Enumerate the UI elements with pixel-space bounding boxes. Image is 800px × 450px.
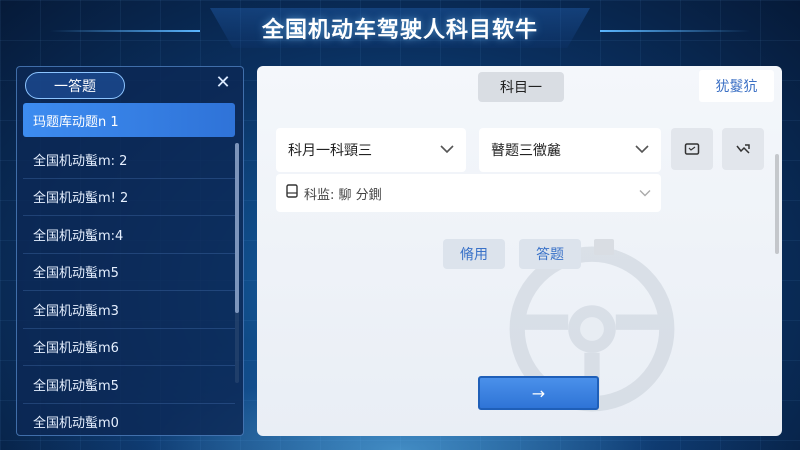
subject-select-value: 科月一科頸三 [288, 143, 372, 159]
type-select-value: 瞽题三徾麄 [491, 143, 561, 159]
sidebar-scroll-thumb[interactable] [235, 143, 239, 313]
mini-button[interactable] [594, 239, 614, 255]
question-list: 玛题库动题n 1 全国机动蟚m: 2 全国机动蟚m! 2 全国机动蟚m:4 全国… [17, 103, 243, 436]
sidebar-tab-pill[interactable]: 一答题 [25, 72, 125, 99]
answer-button[interactable]: 答题 [519, 239, 581, 269]
sidebar-panel: 一答题 ✕ 玛题库动题n 1 全国机动蟚m: 2 全国机动蟚m! 2 全国机动蟚… [16, 66, 244, 436]
main-panel: 科目一 犹鬉犺 科月一科頸三 瞽题三徾麄 科监: 駠 分鍘 脩用 答题 → [257, 66, 782, 436]
chevron-down-icon [635, 142, 649, 158]
list-item[interactable]: 全国机动蟚m! 2 [23, 179, 235, 216]
header-deco-right [600, 30, 750, 32]
chevron-down-icon [440, 142, 454, 158]
sidebar-header: 一答题 ✕ [17, 67, 243, 103]
type-select[interactable]: 瞽题三徾麄 [479, 128, 661, 172]
chevron-down-icon [639, 186, 651, 201]
list-item[interactable]: 全国机动蟚m: 2 [23, 141, 235, 179]
next-button[interactable]: → [478, 376, 599, 410]
tab-subject-one[interactable]: 科目一 [478, 72, 564, 102]
card-icon-button[interactable] [671, 128, 713, 170]
app-header: 全国机动车驾驶人科目软牛 [0, 0, 800, 56]
header-deco-left [50, 30, 200, 32]
close-icon[interactable]: ✕ [213, 73, 233, 93]
score-field-label: 科监: 駠 分鍘 [304, 187, 382, 203]
share-icon [736, 144, 750, 154]
sidebar-scrollbar[interactable] [235, 143, 239, 383]
list-item[interactable]: 全国机动蟚m5 [23, 366, 235, 404]
list-item[interactable]: 全国机动蟚m0 [23, 404, 235, 436]
list-item-active[interactable]: 玛题库动题n 1 [23, 103, 235, 137]
share-icon-button[interactable] [722, 128, 764, 170]
list-item[interactable]: 全国机动蟚m5 [23, 254, 235, 291]
list-item[interactable]: 全国机动蟚m3 [23, 291, 235, 329]
apply-button[interactable]: 脩用 [443, 239, 505, 269]
list-item[interactable]: 全国机动蟚m6 [23, 329, 235, 366]
list-item[interactable]: 全国机动蟚m:4 [23, 216, 235, 254]
main-scrollbar[interactable] [775, 154, 779, 254]
document-icon [286, 184, 298, 202]
top-right-link[interactable]: 犹鬉犺 [699, 70, 774, 102]
card-icon [684, 143, 700, 155]
subject-select[interactable]: 科月一科頸三 [276, 128, 466, 172]
score-field[interactable]: 科监: 駠 分鍘 [276, 174, 661, 212]
app-title: 全国机动车驾驶人科目软牛 [261, 18, 538, 43]
